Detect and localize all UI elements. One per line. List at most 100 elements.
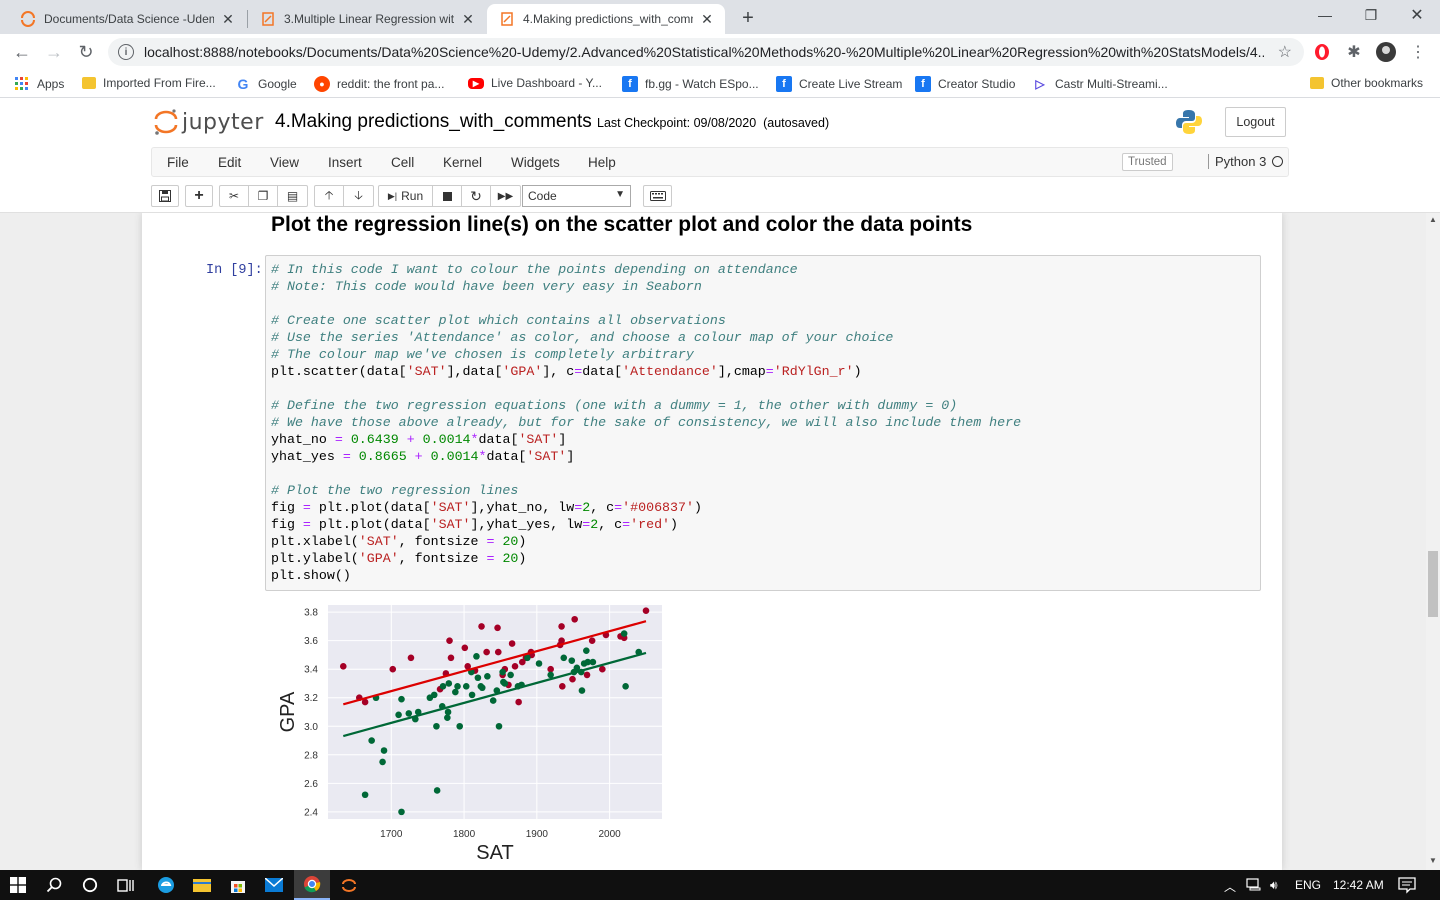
menu-insert[interactable]: Insert	[328, 155, 362, 170]
profile-avatar-icon[interactable]	[1376, 42, 1396, 62]
bookmark-youtube-dashboard[interactable]: ▶ Live Dashboard - Y...	[468, 76, 602, 90]
chrome-taskbar-icon[interactable]	[294, 870, 330, 900]
bookmark-imported-folder[interactable]: Imported From Fire...	[82, 76, 216, 90]
code-cell-input[interactable]: # In this code I want to colour the poin…	[265, 255, 1261, 591]
forward-arrow-icon[interactable]: →	[42, 40, 66, 64]
menu-view[interactable]: View	[270, 155, 299, 170]
output-plot: 1700 1800 1900 2000 2.4 2.6 2.8 3.0 3.2 3.4 3.6 3.8…	[272, 603, 672, 870]
bookmark-castr[interactable]: ▷ Castr Multi-Streami...	[1032, 76, 1167, 92]
close-icon[interactable]: ✕	[699, 11, 715, 27]
bookmark-create-live-stream[interactable]: f Create Live Stream	[776, 76, 902, 92]
stop-icon	[442, 191, 452, 201]
show-hidden-icons-icon[interactable]: ︿	[1224, 878, 1236, 895]
interrupt-button[interactable]	[433, 186, 462, 206]
menu-edit[interactable]: Edit	[218, 155, 241, 170]
notebook-scroll-area[interactable]: Plot the regression line(s) on the scatt…	[0, 213, 1426, 870]
logout-button[interactable]: Logout	[1225, 107, 1286, 137]
cortana-icon[interactable]	[80, 875, 100, 895]
clock[interactable]: 12:42 AM	[1333, 878, 1384, 892]
browser-tab-strip: Documents/Data Science -Udem ✕ 3.Multipl…	[0, 0, 1440, 34]
code-line: fig = plt.plot(data['SAT'],yhat_no, lw=2…	[271, 500, 702, 515]
command-palette-button[interactable]	[643, 185, 672, 207]
tab-regression-notebook[interactable]: 3.Multiple Linear Regression with ✕	[248, 4, 486, 34]
notifications-icon[interactable]	[1398, 876, 1416, 897]
close-icon[interactable]: ✕	[460, 11, 476, 27]
bookmark-star-icon[interactable]: ☆	[1278, 42, 1292, 62]
jupyter-taskbar-icon[interactable]	[339, 875, 359, 895]
mail-icon[interactable]	[264, 875, 284, 895]
scrollbar-thumb[interactable]	[1428, 551, 1438, 617]
minimize-icon[interactable]: —	[1302, 0, 1348, 30]
tab-jupyter-tree[interactable]: Documents/Data Science -Udem ✕	[8, 4, 246, 34]
language-indicator[interactable]: ENG	[1295, 878, 1321, 892]
y-tick-label: 3.2	[304, 693, 318, 704]
insert-cell-button[interactable]: +	[185, 185, 213, 207]
bookmark-fbgg[interactable]: f fb.gg - Watch ESpo...	[622, 76, 759, 92]
data-point-low-attendance	[395, 711, 402, 719]
scroll-up-icon[interactable]: ▲	[1428, 215, 1438, 224]
menu-file[interactable]: File	[167, 155, 189, 170]
store-icon[interactable]	[228, 875, 248, 895]
data-point-high-attendance	[478, 623, 485, 630]
jupyter-logo[interactable]: jupyter	[154, 108, 264, 136]
windows-start-icon[interactable]	[8, 875, 28, 895]
data-point-low-attendance	[430, 691, 438, 699]
back-arrow-icon[interactable]: ←	[10, 40, 34, 64]
menu-kernel[interactable]: Kernel	[443, 155, 482, 170]
move-down-button[interactable]: 🡣	[344, 186, 373, 206]
apps-grid-icon	[14, 76, 30, 92]
bookmark-google[interactable]: G Google	[235, 76, 297, 92]
network-icon[interactable]	[1246, 878, 1262, 894]
edge-icon[interactable]	[156, 875, 176, 895]
x-tick-label: 1900	[526, 829, 549, 840]
restart-button[interactable]: ↻	[462, 186, 491, 206]
menu-widgets[interactable]: Widgets	[511, 155, 560, 170]
address-bar[interactable]: i localhost:8888/notebooks/Documents/Dat…	[108, 38, 1304, 66]
tab-predictions-notebook[interactable]: 4.Making predictions_with_comm ✕	[487, 4, 725, 34]
data-point-low-attendance	[444, 714, 451, 722]
code-line: # Use the series 'Attendance' as color, …	[271, 330, 894, 345]
cut-button[interactable]: ✂	[220, 186, 249, 206]
extensions-puzzle-icon[interactable]: ✱	[1344, 42, 1364, 62]
menu-help[interactable]: Help	[588, 155, 616, 170]
bookmark-label: reddit: the front pa...	[337, 77, 445, 91]
data-point-low-attendance	[620, 630, 628, 637]
cell-type-select[interactable]: Code ▼	[522, 185, 631, 207]
move-up-button[interactable]: 🡡	[315, 186, 344, 206]
new-tab-button[interactable]: +	[736, 6, 760, 30]
file-explorer-icon[interactable]	[192, 875, 212, 895]
scroll-down-icon[interactable]: ▼	[1428, 856, 1438, 865]
trusted-indicator[interactable]: Trusted	[1122, 153, 1173, 171]
search-icon[interactable]	[44, 875, 64, 895]
volume-icon[interactable]: 🔊︎	[1270, 878, 1278, 893]
site-info-icon[interactable]: i	[118, 44, 134, 60]
notebook-title[interactable]: 4.Making predictions_with_comments	[275, 111, 592, 133]
data-point-low-attendance	[433, 722, 440, 730]
restore-icon[interactable]: ❐	[1348, 0, 1394, 30]
x-tick-label: 1700	[380, 829, 403, 840]
window-close-icon[interactable]: ✕	[1394, 0, 1440, 30]
task-view-icon[interactable]	[116, 875, 136, 895]
step-forward-icon: ▶|	[387, 190, 398, 201]
restart-run-all-button[interactable]: ▶▶	[491, 186, 520, 206]
close-icon[interactable]: ✕	[220, 11, 236, 27]
scissors-icon: ✂	[228, 189, 240, 203]
input-prompt: In [9]:	[206, 263, 263, 278]
data-point-high-attendance	[511, 663, 519, 670]
bookmark-apps[interactable]: Apps	[14, 76, 64, 92]
bookmark-creator-studio[interactable]: f Creator Studio	[915, 76, 1015, 92]
data-point-low-attendance	[444, 708, 452, 716]
chrome-menu-icon[interactable]: ⋮	[1408, 42, 1428, 62]
code-line: # Note: This code would have been very e…	[271, 279, 702, 294]
opera-icon[interactable]	[1312, 42, 1332, 62]
bookmark-reddit[interactable]: ● reddit: the front pa...	[314, 76, 444, 92]
menu-cell[interactable]: Cell	[391, 155, 414, 170]
paste-button[interactable]: ▤	[278, 186, 307, 206]
data-point-high-attendance	[508, 640, 516, 647]
reload-icon[interactable]: ↻	[74, 40, 98, 64]
save-button[interactable]	[151, 185, 179, 207]
bookmark-other[interactable]: Other bookmarks	[1310, 76, 1423, 90]
vertical-scrollbar[interactable]: ▲ ▼	[1426, 213, 1440, 870]
copy-button[interactable]: ❐	[249, 186, 278, 206]
run-button[interactable]: ▶| Run	[379, 186, 433, 206]
